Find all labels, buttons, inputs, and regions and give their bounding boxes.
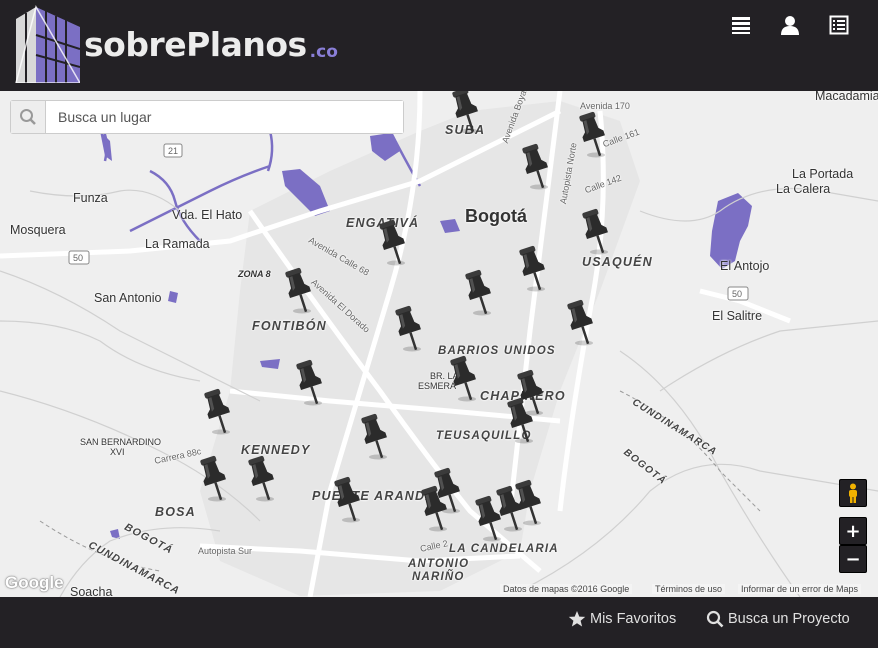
project-pin-marker[interactable] <box>500 397 540 445</box>
pushpin-icon <box>452 91 478 134</box>
pushpin-icon <box>515 479 541 526</box>
label-antonio: ANTONIO <box>408 558 470 570</box>
label-la-ramada: La Ramada <box>145 237 210 251</box>
pushpin-icon <box>200 455 226 502</box>
search-project-label: Busca un Proyecto <box>728 611 850 627</box>
project-pin-marker[interactable] <box>388 305 428 353</box>
logo-text: sobrePlanos <box>84 24 307 64</box>
search-icon <box>20 109 36 125</box>
project-pin-marker[interactable] <box>327 476 367 524</box>
place-search-input[interactable] <box>46 101 403 133</box>
project-pin-marker[interactable] <box>197 388 237 436</box>
label-narino: NARIÑO <box>412 571 465 583</box>
project-pin-marker[interactable] <box>575 208 615 256</box>
user-icon[interactable] <box>779 14 803 38</box>
logo-tld: .co <box>309 42 338 62</box>
pushpin-icon <box>421 485 447 532</box>
project-pin-marker[interactable] <box>414 485 454 533</box>
project-pin-marker[interactable] <box>289 359 329 407</box>
pegman-icon <box>849 483 857 503</box>
pushpin-icon <box>285 267 311 314</box>
label-la-calera: La Calera <box>776 182 831 196</box>
menu-list-icon[interactable] <box>730 14 754 38</box>
zoom-in-button[interactable]: + <box>839 517 867 545</box>
project-pin-marker[interactable] <box>560 299 600 347</box>
label-fontibon: FONTIBÓN <box>252 319 327 333</box>
route-shield-21: 21 <box>168 146 179 156</box>
project-pin-marker[interactable] <box>512 245 552 293</box>
label-san-antonio: San Antonio <box>94 291 162 305</box>
label-bosa: BOSA <box>155 505 196 519</box>
top-header: sobrePlanos .co <box>0 0 878 91</box>
label-mosquera: Mosquera <box>10 223 66 237</box>
street-view-pegman-button[interactable] <box>839 479 867 507</box>
pushpin-icon <box>465 269 491 316</box>
terms-of-use-link[interactable]: Términos de uso <box>652 584 726 594</box>
place-search-box <box>10 100 404 134</box>
pushpin-icon <box>296 359 322 406</box>
project-pin-marker[interactable] <box>354 413 394 461</box>
label-usaquen: USAQUÉN <box>582 255 653 269</box>
label-san-bernardino: SAN BERNARDINO <box>80 437 162 447</box>
search-project-link[interactable]: Busca un Proyecto <box>706 610 850 628</box>
label-la-portada: La Portada <box>792 167 854 181</box>
zoom-out-button[interactable]: − <box>839 545 867 573</box>
pushpin-icon <box>248 455 274 502</box>
map-data-attribution: Datos de mapas ©2016 Google <box>500 584 633 594</box>
project-pin-marker[interactable] <box>445 91 485 135</box>
pushpin-icon <box>579 111 605 158</box>
label-soacha: Soacha <box>70 585 113 597</box>
label-vda-el-hato: Vda. El Hato <box>172 208 243 222</box>
label-macadamia: Macadamia <box>815 91 878 103</box>
label-la-candelaria: LA CANDELARIA <box>449 543 559 555</box>
star-icon <box>568 611 586 627</box>
project-pin-marker[interactable] <box>193 455 233 503</box>
pushpin-icon <box>507 397 533 444</box>
pushpin-icon <box>522 143 548 190</box>
favorites-label: Mis Favoritos <box>590 611 677 627</box>
project-pin-marker[interactable] <box>458 269 498 317</box>
project-pin-marker[interactable] <box>508 479 548 527</box>
label-bogota: Bogotá <box>465 206 527 226</box>
bottom-bar: Mis Favoritos Busca un Proyecto <box>0 597 878 648</box>
building-logo-icon <box>15 5 80 83</box>
label-autopista-sur: Autopista Sur <box>198 546 253 556</box>
project-pin-marker[interactable] <box>278 267 318 315</box>
route-shield-50-west: 50 <box>73 253 84 263</box>
pushpin-icon <box>379 219 405 266</box>
map-canvas[interactable]: 21 50 50 SUBA Bogotá ENGATIVÁ USAQUÉN Fu… <box>0 91 878 597</box>
label-zona-8: ZONA 8 <box>238 269 271 279</box>
label-el-salitre: El Salitre <box>712 309 763 323</box>
site-logo[interactable]: sobrePlanos .co <box>14 4 338 84</box>
pushpin-icon <box>395 305 421 352</box>
magnifier-icon <box>706 610 724 628</box>
pushpin-icon <box>450 355 476 402</box>
google-logo: Google <box>5 573 64 592</box>
pushpin-icon <box>334 476 360 523</box>
project-pin-marker[interactable] <box>515 143 555 191</box>
project-pin-marker[interactable] <box>372 219 412 267</box>
pushpin-icon <box>567 299 593 346</box>
favorites-link[interactable]: Mis Favoritos <box>568 610 676 628</box>
label-xvi: XVI <box>110 447 125 457</box>
pushpin-icon <box>519 245 545 292</box>
label-funza: Funza <box>73 191 108 205</box>
project-pin-marker[interactable] <box>572 111 612 159</box>
search-button[interactable] <box>11 101 46 133</box>
label-avenida-170: Avenida 170 <box>580 101 630 111</box>
pushpin-icon <box>582 208 608 255</box>
project-pin-marker[interactable] <box>241 455 281 503</box>
project-pin-marker[interactable] <box>443 355 483 403</box>
pushpin-icon <box>361 413 387 460</box>
app-root: sobrePlanos .co 21 50 50 Bogotá ENGATIVÁ… <box>0 0 878 648</box>
pushpin-icon <box>204 388 230 435</box>
route-shield-50-east: 50 <box>732 289 743 299</box>
report-map-error-link[interactable]: Informar de un error de Maps <box>738 584 862 594</box>
document-list-icon[interactable] <box>828 14 852 38</box>
label-el-antojo: El Antojo <box>720 259 770 273</box>
